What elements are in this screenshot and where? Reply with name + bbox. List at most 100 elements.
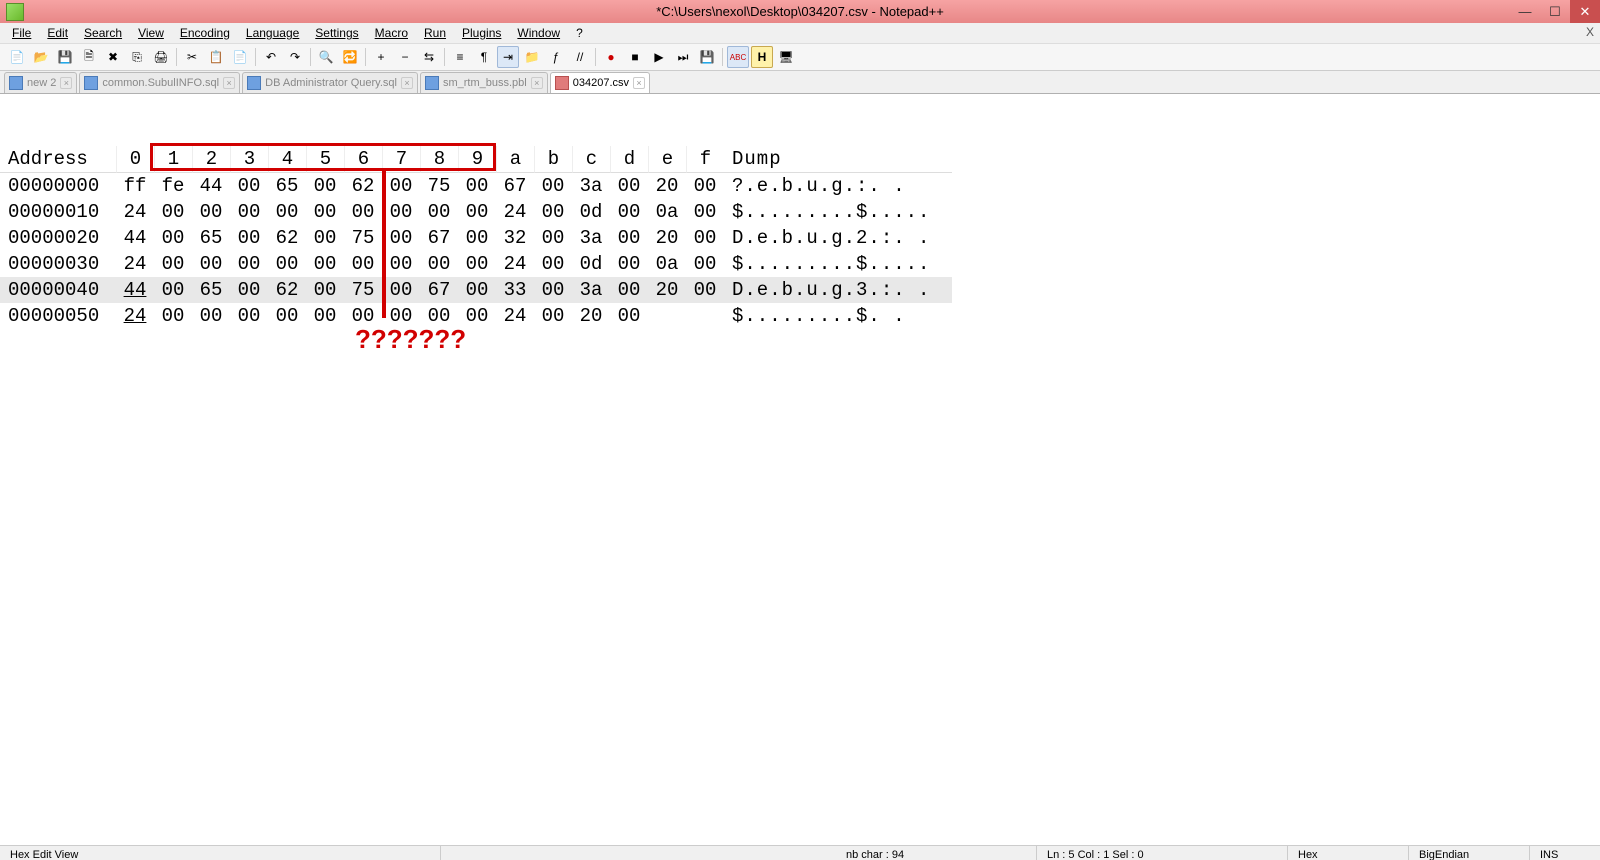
indent-guide-button[interactable]: ⇥: [497, 46, 519, 68]
hex-row[interactable]: 000000302400000000000000000024000d000a00…: [0, 251, 952, 277]
close-button[interactable]: ✕: [1570, 0, 1600, 23]
hex-byte[interactable]: 24: [116, 303, 154, 329]
hex-byte[interactable]: 67: [420, 277, 458, 303]
hex-byte[interactable]: 00: [306, 277, 344, 303]
hex-byte[interactable]: 20: [648, 277, 686, 303]
spell-check-button[interactable]: ABC: [727, 46, 749, 68]
tab-new-2[interactable]: new 2 ×: [4, 72, 77, 93]
hex-byte[interactable]: 00: [268, 303, 306, 329]
hex-byte[interactable]: 00: [686, 225, 724, 251]
hex-byte[interactable]: 00: [154, 199, 192, 225]
hex-byte[interactable]: 00: [154, 225, 192, 251]
hex-row[interactable]: 000000204400650062007500670032003a002000…: [0, 225, 952, 251]
tab-db-admin-query[interactable]: DB Administrator Query.sql ×: [242, 72, 418, 93]
zoom-out-button[interactable]: −: [394, 46, 416, 68]
hex-byte[interactable]: 00: [306, 225, 344, 251]
hex-byte[interactable]: 00: [458, 173, 496, 199]
hex-byte[interactable]: 67: [496, 173, 534, 199]
redo-button[interactable]: ↷: [284, 46, 306, 68]
hex-byte[interactable]: 62: [268, 277, 306, 303]
hex-byte[interactable]: 00: [610, 277, 648, 303]
minimize-button[interactable]: —: [1510, 0, 1540, 23]
hex-byte[interactable]: 00: [534, 303, 572, 329]
hex-byte[interactable]: 00: [154, 251, 192, 277]
hex-byte[interactable]: 75: [344, 225, 382, 251]
hex-byte[interactable]: [686, 303, 724, 329]
hex-byte[interactable]: 24: [496, 303, 534, 329]
hex-byte[interactable]: 44: [116, 277, 154, 303]
menu-help[interactable]: ?: [568, 24, 591, 42]
hex-byte[interactable]: 65: [192, 225, 230, 251]
hex-byte[interactable]: 00: [230, 303, 268, 329]
menu-language[interactable]: Language: [238, 24, 307, 42]
folder-button[interactable]: 📁: [521, 46, 543, 68]
close-all-button[interactable]: ⎘: [126, 46, 148, 68]
hex-byte[interactable]: 00: [534, 277, 572, 303]
print-button[interactable]: 🖨: [150, 46, 172, 68]
maximize-button[interactable]: ☐: [1540, 0, 1570, 23]
comment-button[interactable]: //: [569, 46, 591, 68]
hex-byte[interactable]: 24: [496, 199, 534, 225]
hex-byte[interactable]: 00: [230, 277, 268, 303]
macro-play-multi-button[interactable]: ⏭: [672, 46, 694, 68]
hex-byte[interactable]: 00: [192, 303, 230, 329]
menu-macro[interactable]: Macro: [367, 24, 416, 42]
hex-byte[interactable]: 0a: [648, 251, 686, 277]
hex-view-button[interactable]: H: [751, 46, 773, 68]
hex-byte[interactable]: 00: [534, 199, 572, 225]
hex-byte[interactable]: 00: [686, 251, 724, 277]
hex-byte[interactable]: 65: [268, 173, 306, 199]
hex-byte[interactable]: 00: [534, 173, 572, 199]
hex-byte[interactable]: fe: [154, 173, 192, 199]
hex-row[interactable]: 00000000fffe440065006200750067003a002000…: [0, 173, 952, 199]
paste-button[interactable]: 📄: [229, 46, 251, 68]
hex-byte[interactable]: [648, 303, 686, 329]
hex-byte[interactable]: 00: [610, 199, 648, 225]
hex-byte[interactable]: 00: [382, 277, 420, 303]
all-chars-button[interactable]: ¶: [473, 46, 495, 68]
macro-save-button[interactable]: 💾: [696, 46, 718, 68]
monitor-button[interactable]: 🖥: [775, 46, 797, 68]
menu-encoding[interactable]: Encoding: [172, 24, 238, 42]
tab-close-icon[interactable]: ×: [633, 77, 645, 89]
hex-byte[interactable]: 20: [648, 225, 686, 251]
hex-byte[interactable]: 00: [686, 173, 724, 199]
tab-close-icon[interactable]: ×: [401, 77, 413, 89]
hex-byte[interactable]: 00: [686, 277, 724, 303]
hex-byte[interactable]: 00: [306, 199, 344, 225]
close-document-icon[interactable]: X: [1586, 25, 1594, 39]
hex-byte[interactable]: 00: [306, 251, 344, 277]
hex-byte[interactable]: 00: [686, 199, 724, 225]
menu-edit[interactable]: Edit: [39, 24, 76, 42]
menu-view[interactable]: View: [130, 24, 172, 42]
tab-common-subulinfo[interactable]: common.SubulINFO.sql ×: [79, 72, 240, 93]
hex-byte[interactable]: 00: [192, 199, 230, 225]
hex-byte[interactable]: 00: [230, 199, 268, 225]
tab-close-icon[interactable]: ×: [531, 77, 543, 89]
hex-byte[interactable]: 65: [192, 277, 230, 303]
hex-byte[interactable]: 00: [230, 173, 268, 199]
open-file-button[interactable]: 📂: [30, 46, 52, 68]
hex-row[interactable]: 000000502400000000000000000024002000$...…: [0, 303, 952, 329]
menu-window[interactable]: Window: [509, 24, 568, 42]
hex-byte[interactable]: 75: [420, 173, 458, 199]
hex-byte[interactable]: 00: [192, 251, 230, 277]
hex-byte[interactable]: 00: [344, 251, 382, 277]
hex-byte[interactable]: 00: [458, 199, 496, 225]
hex-byte[interactable]: 3a: [572, 277, 610, 303]
hex-editor-view[interactable]: Address 0 1 2 3 4 5 6 7 8 9 a b c d e f …: [0, 94, 1600, 845]
hex-byte[interactable]: 00: [458, 251, 496, 277]
save-all-button[interactable]: 🗎: [78, 46, 100, 68]
copy-button[interactable]: 📋: [205, 46, 227, 68]
hex-byte[interactable]: 62: [268, 225, 306, 251]
macro-play-button[interactable]: ▶: [648, 46, 670, 68]
hex-byte[interactable]: 24: [116, 199, 154, 225]
tab-sm-rtm-buss[interactable]: sm_rtm_buss.pbl ×: [420, 72, 548, 93]
hex-byte[interactable]: 3a: [572, 173, 610, 199]
sync-scroll-button[interactable]: ⇆: [418, 46, 440, 68]
menu-file[interactable]: File: [4, 24, 39, 42]
hex-byte[interactable]: 24: [116, 251, 154, 277]
hex-byte[interactable]: 0a: [648, 199, 686, 225]
hex-byte[interactable]: 67: [420, 225, 458, 251]
hex-byte[interactable]: ff: [116, 173, 154, 199]
